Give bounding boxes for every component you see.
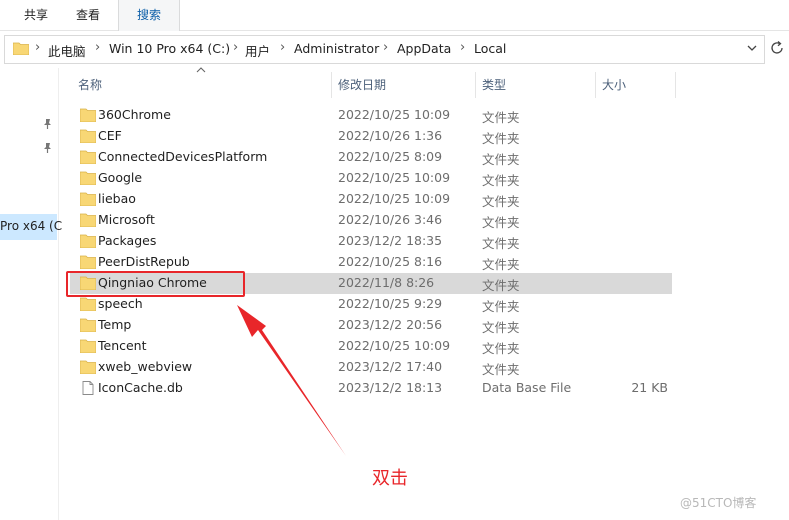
annotation-label: 双击	[372, 468, 408, 489]
arrow-icon	[237, 305, 346, 456]
watermark: @51CTO博客	[680, 496, 757, 510]
